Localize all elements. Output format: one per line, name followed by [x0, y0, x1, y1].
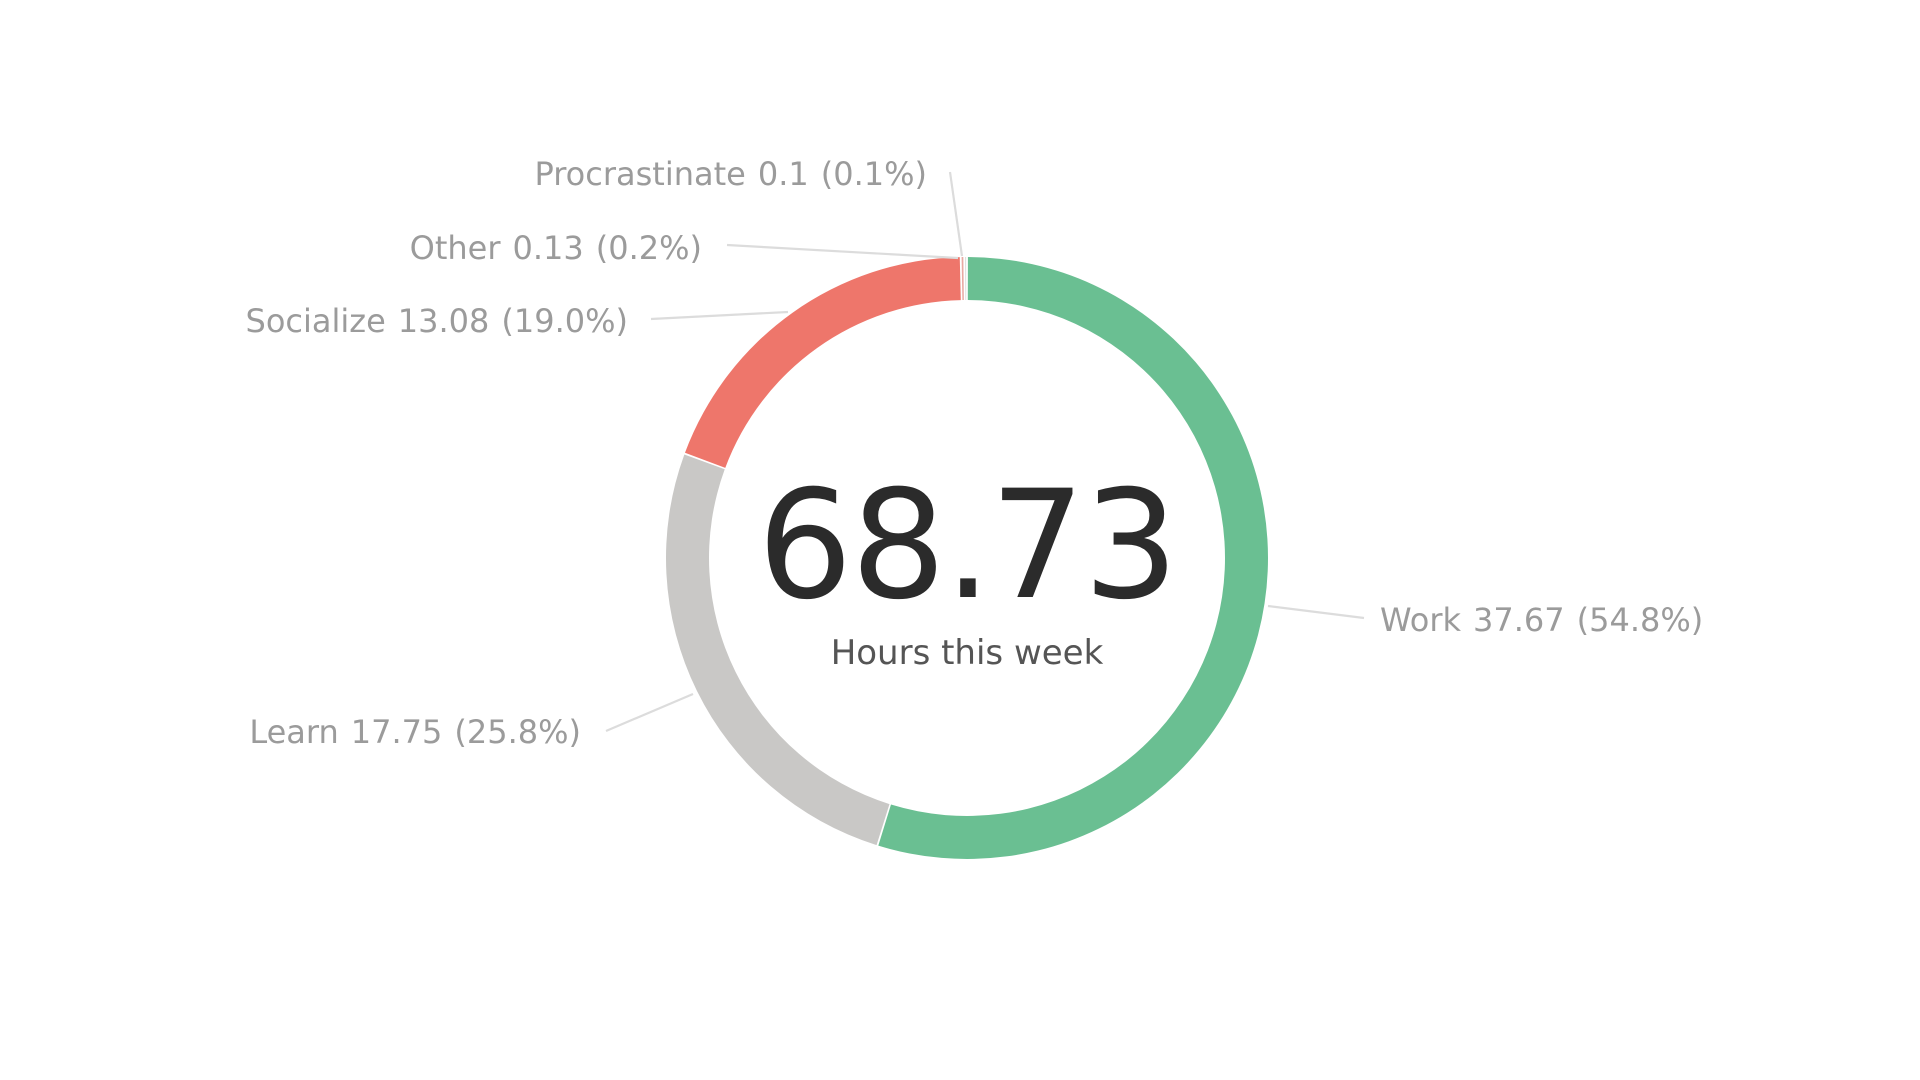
center-caption: Hours this week [831, 633, 1104, 673]
slice-label-percent: (19.0%) [501, 302, 628, 340]
slice-procrastinate [965, 257, 967, 301]
slice-socialize [684, 257, 961, 468]
slice-label-value: 13.08 [398, 302, 490, 340]
slice-label-other: Other 0.13 (0.2%) [410, 229, 702, 267]
leader-line-other [726, 243, 959, 260]
slice-label-learn: Learn 17.75 (25.8%) [249, 713, 581, 751]
leader-line-learn [605, 692, 694, 733]
donut-chart-svg: Work 37.67 (54.8%) Learn 17.75 (25.8%) Sociali… [246, 155, 1703, 860]
slice-label-percent: (0.1%) [821, 155, 927, 193]
slice-label-percent: (54.8%) [1577, 601, 1704, 639]
slice-label-value: 17.75 [351, 713, 443, 751]
leader-line-procrastinate [948, 171, 964, 257]
slice-label-procrastinate: Procrastinate 0.1 (0.1%) [534, 155, 927, 193]
slice-label-name: Work [1380, 601, 1462, 639]
center-total-value: 68.73 [757, 459, 1176, 633]
slice-label-value: 37.67 [1473, 601, 1565, 639]
slice-label-name: Procrastinate [534, 155, 745, 193]
slice-label-name: Other [410, 229, 502, 267]
slice-label-value: 0.13 [512, 229, 583, 267]
donut-chart: Work 37.67 (54.8%) Learn 17.75 (25.8%) Sociali… [0, 0, 1920, 1080]
slice-label-name: Learn [249, 713, 338, 751]
leader-line-socialize [650, 310, 789, 321]
slice-label-socialize: Socialize 13.08 (19.0%) [246, 302, 628, 340]
slice-label-percent: (25.8%) [454, 713, 581, 751]
slice-label-name: Socialize [246, 302, 386, 340]
slice-label-value: 0.1 [758, 155, 809, 193]
leader-line-work [1267, 604, 1365, 620]
slice-label-percent: (0.2%) [596, 229, 702, 267]
slice-other [961, 257, 964, 301]
slice-label-work: Work 37.67 (54.8%) [1380, 601, 1703, 639]
